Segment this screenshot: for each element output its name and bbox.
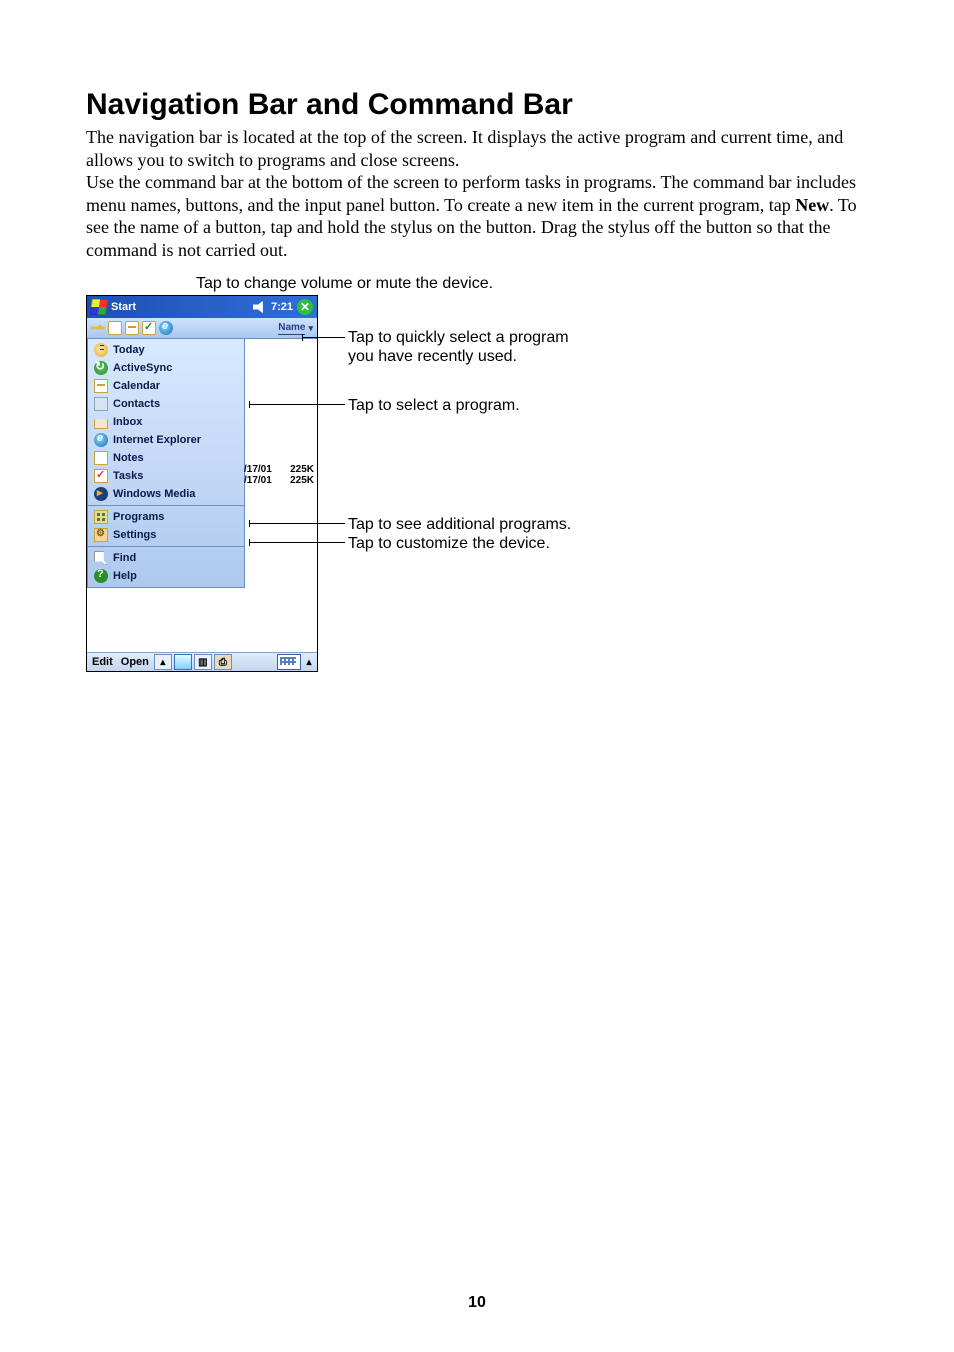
close-icon[interactable]: ✕ bbox=[297, 299, 313, 315]
file-date: /17/01 bbox=[244, 475, 272, 486]
file-row[interactable]: /17/01 225K bbox=[244, 475, 316, 486]
sort-arrow-icon[interactable]: ▾ bbox=[308, 323, 313, 334]
caption-recent: Tap to quickly select a program you have… bbox=[348, 328, 569, 366]
menu-group-system: Programs Settings bbox=[88, 506, 244, 547]
menu-label: Notes bbox=[113, 452, 144, 464]
cmd-edit[interactable]: Edit bbox=[89, 656, 116, 668]
contacts-icon bbox=[94, 397, 108, 411]
file-size: 225K bbox=[290, 464, 314, 475]
caption-settings: Tap to customize the device. bbox=[348, 534, 550, 553]
intro-para-1: The navigation bar is located at the top… bbox=[86, 126, 868, 171]
para2-pre: Use the command bar at the bottom of the… bbox=[86, 172, 856, 215]
clock-time[interactable]: 7:21 bbox=[271, 301, 293, 313]
leader-select bbox=[250, 404, 345, 405]
command-bar: Edit Open ▴ ▥ ⎙ ▴ bbox=[87, 652, 317, 671]
cmd-open[interactable]: Open bbox=[118, 656, 152, 668]
find-icon bbox=[94, 551, 108, 565]
calendar-icon bbox=[94, 379, 108, 393]
menu-label: Programs bbox=[113, 511, 164, 523]
cmd-button-3[interactable]: ⎙ bbox=[214, 654, 232, 670]
start-menu: Today ActiveSync Calendar Contacts Inbox… bbox=[87, 339, 245, 588]
menu-label: Inbox bbox=[113, 416, 142, 428]
caption-recent-line2: you have recently used. bbox=[348, 348, 517, 365]
leader-settings bbox=[250, 542, 345, 543]
menu-label: Calendar bbox=[113, 380, 160, 392]
menu-label: Find bbox=[113, 552, 136, 564]
caption-recent-line1: Tap to quickly select a program bbox=[348, 329, 569, 346]
page-number: 10 bbox=[0, 1294, 954, 1312]
menu-item-inbox[interactable]: Inbox bbox=[88, 413, 244, 431]
menu-label: Today bbox=[113, 344, 145, 356]
recent-icon-tasks[interactable] bbox=[142, 321, 156, 335]
page-heading: Navigation Bar and Command Bar bbox=[86, 88, 868, 122]
menu-label: ActiveSync bbox=[113, 362, 172, 374]
today-icon bbox=[94, 343, 108, 357]
menu-label: Windows Media bbox=[113, 488, 195, 500]
device-screenshot: Start 7:21 ✕ Name ▾ bbox=[86, 295, 318, 672]
figure-area: Tap to change volume or mute the device.… bbox=[86, 275, 686, 672]
activesync-icon bbox=[94, 361, 108, 375]
caption-select: Tap to select a program. bbox=[348, 396, 520, 415]
menu-item-contacts[interactable]: Contacts bbox=[88, 395, 244, 413]
keyboard-icon[interactable] bbox=[277, 654, 301, 670]
leader-recent bbox=[303, 337, 345, 338]
programs-icon bbox=[94, 510, 108, 524]
menu-item-tasks[interactable]: Tasks bbox=[88, 467, 244, 485]
cmd-up-button[interactable]: ▴ bbox=[154, 654, 172, 670]
caption-volume: Tap to change volume or mute the device. bbox=[196, 275, 686, 293]
para2-bold-new: New bbox=[795, 195, 829, 215]
file-row[interactable]: /17/01 225K bbox=[244, 464, 316, 475]
ie-icon bbox=[94, 433, 108, 447]
tasks-icon bbox=[94, 469, 108, 483]
settings-icon bbox=[94, 528, 108, 542]
menu-item-settings[interactable]: Settings bbox=[88, 526, 244, 544]
notes-icon bbox=[94, 451, 108, 465]
menu-item-help[interactable]: Help bbox=[88, 567, 244, 585]
menu-item-today[interactable]: Today bbox=[88, 341, 244, 359]
menu-item-windows-media[interactable]: Windows Media bbox=[88, 485, 244, 503]
menu-item-notes[interactable]: Notes bbox=[88, 449, 244, 467]
windows-flag-icon[interactable] bbox=[90, 299, 108, 315]
menu-label: Tasks bbox=[113, 470, 143, 482]
menu-item-find[interactable]: Find bbox=[88, 549, 244, 567]
menu-label: Help bbox=[113, 570, 137, 582]
menu-group-apps: Today ActiveSync Calendar Contacts Inbox… bbox=[88, 339, 244, 506]
menu-item-calendar[interactable]: Calendar bbox=[88, 377, 244, 395]
inbox-icon bbox=[94, 415, 108, 429]
windows-media-icon bbox=[94, 487, 108, 501]
intro-para-2: Use the command bar at the bottom of the… bbox=[86, 171, 868, 261]
file-date: /17/01 bbox=[244, 464, 272, 475]
help-icon bbox=[94, 569, 108, 583]
menu-label: Internet Explorer bbox=[113, 434, 201, 446]
caption-programs: Tap to see additional programs. bbox=[348, 515, 571, 534]
cmd-button-2[interactable]: ▥ bbox=[194, 654, 212, 670]
column-header-name[interactable]: Name bbox=[278, 322, 305, 335]
recent-icon-key[interactable] bbox=[91, 321, 105, 335]
speaker-icon[interactable] bbox=[253, 301, 267, 313]
menu-item-activesync[interactable]: ActiveSync bbox=[88, 359, 244, 377]
file-list: /17/01 225K /17/01 225K bbox=[244, 464, 316, 486]
recent-icon-ie[interactable] bbox=[159, 321, 173, 335]
menu-label: Contacts bbox=[113, 398, 160, 410]
nav-titlebar: Start 7:21 ✕ bbox=[87, 296, 317, 318]
cmd-button-1[interactable] bbox=[174, 654, 192, 670]
menu-group-tools: Find Help bbox=[88, 547, 244, 587]
recent-icon-calendar[interactable] bbox=[125, 321, 139, 335]
menu-item-programs[interactable]: Programs bbox=[88, 508, 244, 526]
file-size: 225K bbox=[290, 475, 314, 486]
recent-programs-row: Name ▾ bbox=[87, 318, 317, 339]
cmd-input-up[interactable]: ▴ bbox=[303, 655, 315, 669]
recent-icon-notes[interactable] bbox=[108, 321, 122, 335]
menu-item-ie[interactable]: Internet Explorer bbox=[88, 431, 244, 449]
start-label[interactable]: Start bbox=[111, 301, 136, 313]
menu-label: Settings bbox=[113, 529, 156, 541]
leader-programs bbox=[250, 523, 345, 524]
